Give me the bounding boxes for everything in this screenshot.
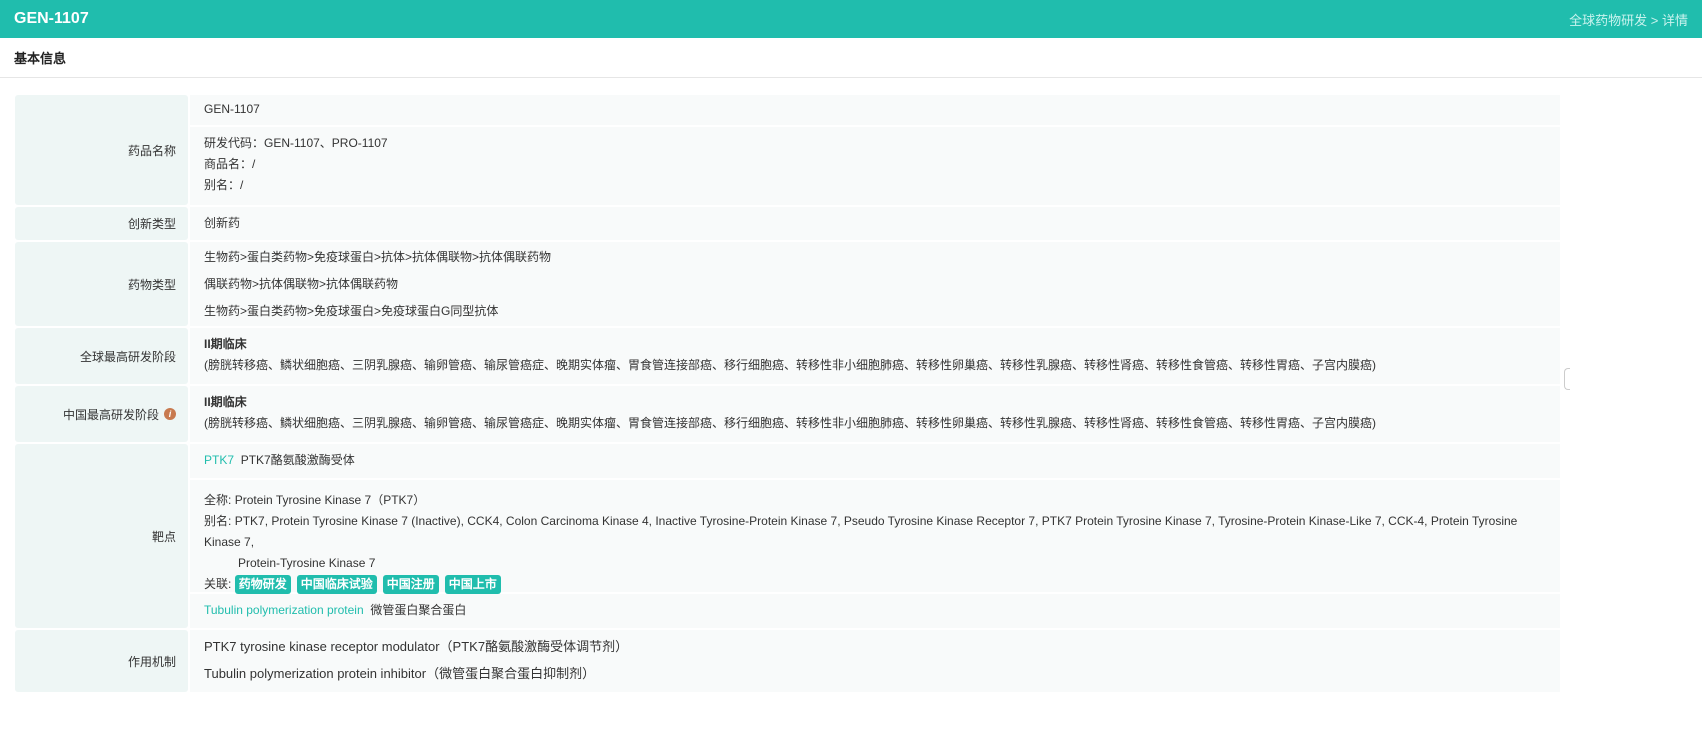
related-label: 关联: xyxy=(204,577,232,591)
section-title: 基本信息 xyxy=(0,38,1702,78)
side-handle[interactable] xyxy=(1564,368,1570,390)
drug-type-item: 生物药>蛋白类药物>免疫球蛋白>抗体>抗体偶联物>抗体偶联药物 xyxy=(204,250,552,264)
label-text: 中国最高研发阶段 xyxy=(62,407,159,422)
row-label: 全球最高研发阶段 xyxy=(15,328,188,384)
row-mechanism: 作用机制 PTK7 tyrosine kinase receptor modul… xyxy=(15,630,1560,692)
indications: (膀胱转移癌、鳞状细胞癌、三阴乳腺癌、输卵管癌、输尿管癌症、晚期实体瘤、胃食管连… xyxy=(204,416,1377,430)
row-drug-name: 药品名称 GEN-1107 研发代码：GEN-1107、PRO-1107 商品名… xyxy=(15,95,1560,205)
info-table: 药品名称 GEN-1107 研发代码：GEN-1107、PRO-1107 商品名… xyxy=(15,95,1560,694)
innovation-value: 创新药 xyxy=(190,207,1560,240)
row-label: 中国最高研发阶段 i xyxy=(15,386,188,442)
breadcrumb[interactable]: 全球药物研发 > 详情 xyxy=(1569,10,1688,29)
phase: II期临床 xyxy=(204,395,247,409)
row-label: 作用机制 xyxy=(15,630,188,692)
alias-label: 别名: xyxy=(204,514,232,528)
top-header: GEN-1107 全球药物研发 > 详情 xyxy=(0,0,1702,38)
tag-china-trial[interactable]: 中国临床试验 xyxy=(296,575,377,594)
tag-drug-rd[interactable]: 药物研发 xyxy=(234,575,291,594)
trade-name: 商品名：/ xyxy=(204,157,256,171)
mechanism-item: PTK7 tyrosine kinase receptor modulator（… xyxy=(204,639,629,654)
mechanism-item: Tubulin polymerization protein inhibitor… xyxy=(204,666,596,681)
row-global-phase: 全球最高研发阶段 II期临床 (膀胱转移癌、鳞状细胞癌、三阴乳腺癌、输卵管癌、输… xyxy=(15,328,1560,384)
full-name-label: 全称: xyxy=(204,493,232,507)
row-china-phase: 中国最高研发阶段 i II期临床 (膀胱转移癌、鳞状细胞癌、三阴乳腺癌、输卵管癌、… xyxy=(15,386,1560,442)
row-label: 创新类型 xyxy=(15,207,188,240)
target-name: PTK7酪氨酸激酶受体 xyxy=(240,453,355,467)
tag-china-registration[interactable]: 中国注册 xyxy=(382,575,439,594)
alias-cont: Protein-Tyrosine Kinase 7 xyxy=(238,556,376,570)
row-label: 药物类型 xyxy=(15,242,188,326)
dev-code: 研发代码：GEN-1107、PRO-1107 xyxy=(204,136,388,150)
row-drug-type: 药物类型 生物药>蛋白类药物>免疫球蛋白>抗体>抗体偶联物>抗体偶联药物 偶联药… xyxy=(15,242,1560,326)
page-title: GEN-1107 xyxy=(14,10,89,27)
info-icon[interactable]: i xyxy=(164,408,176,420)
target-name: 微管蛋白聚合蛋白 xyxy=(370,603,467,617)
phase: II期临床 xyxy=(204,337,247,351)
alias: PTK7, Protein Tyrosine Kinase 7 (Inactiv… xyxy=(204,514,1518,549)
target-link-ptk7[interactable]: PTK7 xyxy=(204,453,234,467)
row-label: 靶点 xyxy=(15,444,188,628)
row-innovation: 创新类型 创新药 xyxy=(15,207,1560,240)
drug-type-item: 生物药>蛋白类药物>免疫球蛋白>免疫球蛋白G同型抗体 xyxy=(204,304,499,318)
tag-china-market[interactable]: 中国上市 xyxy=(444,575,501,594)
indications: (膀胱转移癌、鳞状细胞癌、三阴乳腺癌、输卵管癌、输尿管癌症、晚期实体瘤、胃食管连… xyxy=(204,358,1377,372)
drug-name-main: GEN-1107 xyxy=(190,95,1560,125)
alias-name: 别名：/ xyxy=(204,178,244,192)
full-name: Protein Tyrosine Kinase 7（PTK7） xyxy=(234,493,426,507)
target-link-tubulin[interactable]: Tubulin polymerization protein xyxy=(204,603,364,617)
row-target: 靶点 PTK7 PTK7酪氨酸激酶受体 全称: Protein Tyrosine… xyxy=(15,444,1560,628)
row-label: 药品名称 xyxy=(15,95,188,205)
drug-type-item: 偶联药物>抗体偶联物>抗体偶联药物 xyxy=(204,277,399,291)
